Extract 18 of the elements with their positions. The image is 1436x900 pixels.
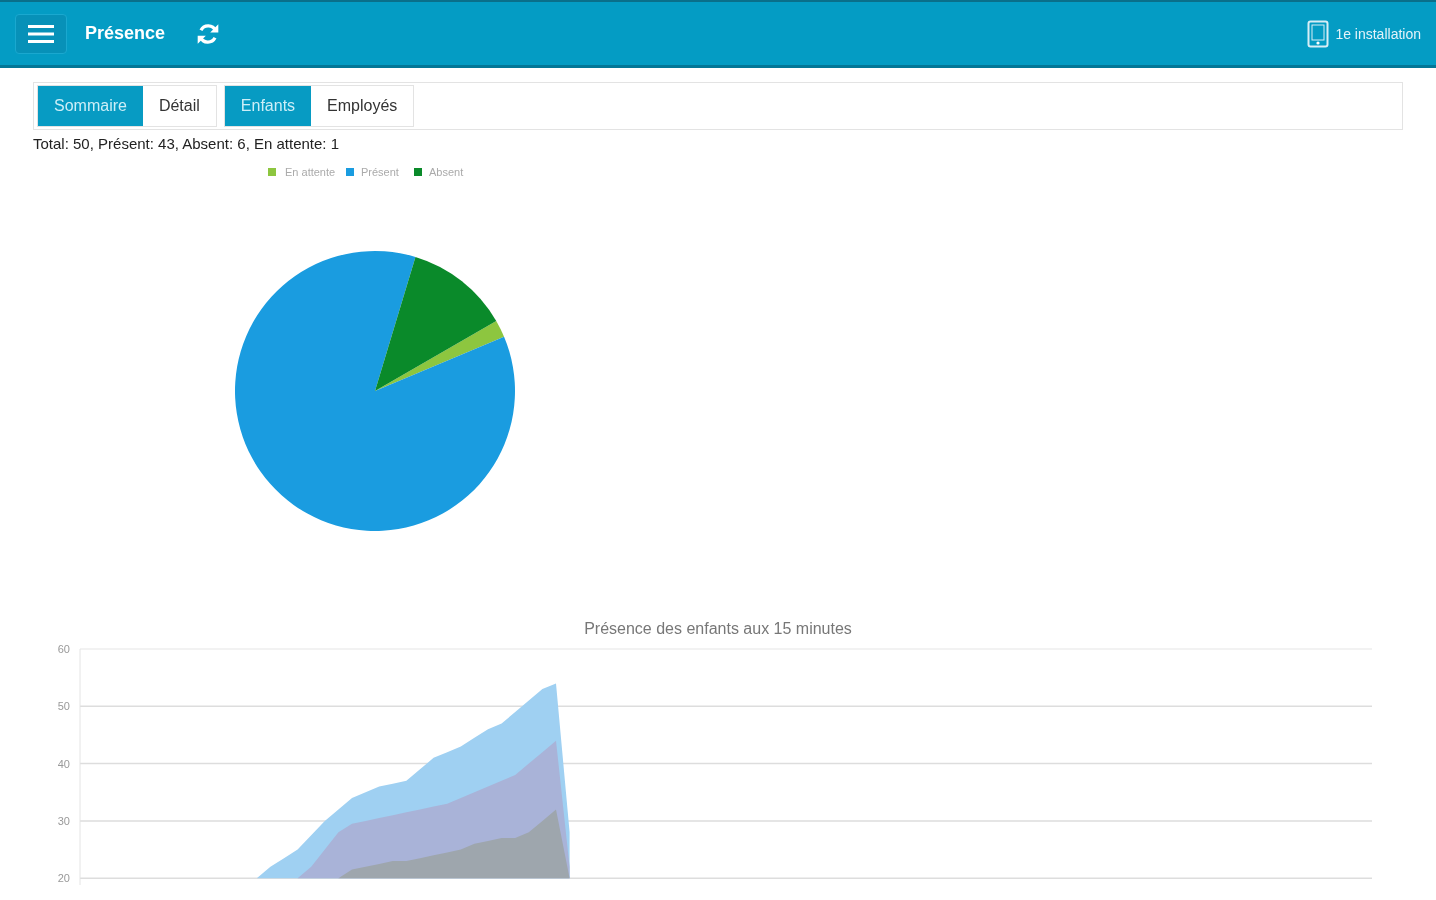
- chart-title: Présence des enfants aux 15 minutes: [583, 620, 853, 639]
- page-title: Présence: [85, 23, 166, 44]
- legend-swatch: [268, 168, 276, 176]
- tablet-icon: [1307, 19, 1330, 48]
- summary-text: Total: 50, Présent: 43, Absent: 6, En attente: 1: [33, 135, 341, 152]
- legend-swatch: [414, 168, 422, 176]
- y-tick-label: 50: [57, 700, 70, 713]
- menu-button[interactable]: [15, 13, 67, 54]
- legend-label: Absent: [429, 166, 464, 178]
- legend-swatch: [346, 168, 354, 176]
- legend-label: En attente: [285, 166, 336, 178]
- y-tick-label: 30: [57, 814, 70, 827]
- y-tick-label: 40: [57, 757, 70, 770]
- y-tick-label: 60: [57, 643, 70, 655]
- installation-label: 1e installation: [1335, 25, 1421, 42]
- legend-label: Présent: [361, 166, 399, 178]
- menu-icon: [28, 23, 54, 44]
- y-tick-label: 20: [57, 872, 70, 885]
